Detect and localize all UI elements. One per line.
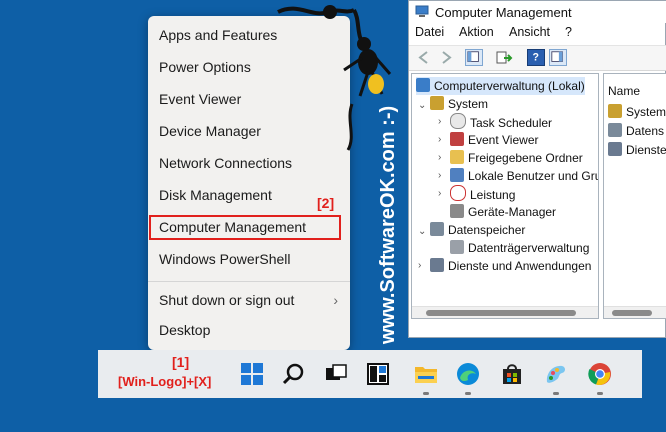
chevron-right-icon: › <box>333 292 338 308</box>
store-icon[interactable] <box>500 362 524 386</box>
tree-item-system[interactable]: System <box>430 95 488 113</box>
event-viewer-icon <box>450 132 464 146</box>
collapsed-arrow-icon[interactable]: › <box>438 152 441 163</box>
computer-management-icon <box>415 5 429 17</box>
file-explorer-icon[interactable] <box>414 362 438 386</box>
tree-item-dienste-und-anwendungen[interactable]: Dienste und Anwendungen <box>430 257 591 275</box>
performance-icon <box>450 185 466 201</box>
clock-icon <box>450 113 466 129</box>
users-icon <box>450 168 464 182</box>
menu-datei[interactable]: Datei <box>415 25 444 39</box>
toolbar: ? <box>409 45 666 71</box>
shared-folder-icon <box>450 150 464 164</box>
menu-item-desktop[interactable]: Desktop <box>148 314 350 346</box>
scrollbar-thumb[interactable] <box>426 310 576 316</box>
running-indicator <box>465 392 471 395</box>
taskbar: [1] [Win-Logo]+[X] <box>98 350 642 398</box>
services-icon <box>430 258 444 272</box>
window-title-bar: Computer Management <box>409 1 666 23</box>
edge-icon[interactable] <box>456 362 480 386</box>
monkey-mascot-icon <box>277 5 392 151</box>
computer-icon <box>416 78 430 92</box>
tree-item-lokale-benutzer[interactable]: Lokale Benutzer und Gru <box>450 167 598 185</box>
search-icon[interactable] <box>282 362 306 386</box>
start-icon[interactable] <box>240 362 264 386</box>
storage-icon <box>608 123 622 137</box>
tree-item-freigegebene-ordner[interactable]: Freigegebene Ordner <box>450 149 583 167</box>
scrollbar-thumb[interactable] <box>612 310 652 316</box>
disk-icon <box>450 240 464 254</box>
help-icon[interactable]: ? <box>527 49 545 66</box>
svg-text:?: ? <box>532 52 538 64</box>
storage-icon <box>430 222 444 236</box>
menu-item-windows-powershell[interactable]: Windows PowerShell <box>148 243 350 271</box>
annotation-step-1: [1] <box>172 354 190 370</box>
menu-separator <box>148 281 350 282</box>
running-indicator <box>553 392 559 395</box>
forward-arrow-icon[interactable] <box>437 49 455 66</box>
highlight-box-computer-management <box>149 215 341 240</box>
show-action-pane-icon[interactable] <box>549 49 567 66</box>
show-hide-tree-icon[interactable] <box>465 49 483 66</box>
menu-item-shut-down-or-sign-out[interactable]: Shut down or sign out › <box>148 284 350 316</box>
console-tree: Computerverwaltung (Lokal) ⌄ System › Ta… <box>411 73 599 319</box>
tree-item-leistung[interactable]: Leistung <box>450 185 515 203</box>
tools-icon <box>430 96 444 110</box>
services-icon <box>608 142 622 156</box>
expanded-arrow-icon[interactable]: ⌄ <box>418 100 426 111</box>
tools-icon <box>608 104 622 118</box>
running-indicator <box>423 392 429 395</box>
paint-icon[interactable] <box>544 362 568 386</box>
tree-item-event-viewer[interactable]: Event Viewer <box>450 131 538 149</box>
menu-help[interactable]: ? <box>565 25 572 39</box>
device-manager-icon <box>450 204 464 218</box>
annotation-step-2: [2] <box>317 195 335 211</box>
list-horizontal-scrollbar[interactable] <box>604 306 666 318</box>
details-pane: Name System Datens Dienste <box>603 73 666 319</box>
menu-bar: Datei Aktion Ansicht ? <box>409 25 666 43</box>
list-item-system[interactable]: System <box>608 104 666 119</box>
tree-item-computerverwaltung[interactable]: Computerverwaltung (Lokal) <box>416 77 585 95</box>
collapsed-arrow-icon[interactable]: › <box>438 134 441 145</box>
tree-item-datentraegerverwaltung[interactable]: Datenträgerverwaltung <box>450 239 589 257</box>
collapsed-arrow-icon[interactable]: › <box>438 170 441 181</box>
annotation-shortcut: [Win-Logo]+[X] <box>118 374 212 389</box>
widgets-icon[interactable] <box>366 362 390 386</box>
tree-item-task-scheduler[interactable]: Task Scheduler <box>450 113 552 131</box>
window-title: Computer Management <box>435 5 572 20</box>
tree-horizontal-scrollbar[interactable] <box>412 306 598 318</box>
expanded-arrow-icon[interactable]: ⌄ <box>418 226 426 237</box>
menu-ansicht[interactable]: Ansicht <box>509 25 550 39</box>
collapsed-arrow-icon[interactable]: › <box>418 260 421 271</box>
collapsed-arrow-icon[interactable]: › <box>438 116 441 127</box>
running-indicator <box>597 392 603 395</box>
tree-item-geraete-manager[interactable]: Geräte-Manager <box>450 203 556 221</box>
chrome-icon[interactable] <box>588 362 612 386</box>
computer-management-window: Computer Management Datei Aktion Ansicht… <box>408 0 666 338</box>
tree-item-datenspeicher[interactable]: Datenspeicher <box>430 221 525 239</box>
menu-aktion[interactable]: Aktion <box>459 25 494 39</box>
list-item-datenspeicher[interactable]: Datens <box>608 123 664 138</box>
export-list-icon[interactable] <box>495 49 513 66</box>
back-arrow-icon[interactable] <box>415 49 433 66</box>
task-view-icon[interactable] <box>324 362 348 386</box>
list-item-dienste[interactable]: Dienste <box>608 142 666 157</box>
collapsed-arrow-icon[interactable]: › <box>438 188 441 199</box>
column-header-name[interactable]: Name <box>608 84 640 98</box>
